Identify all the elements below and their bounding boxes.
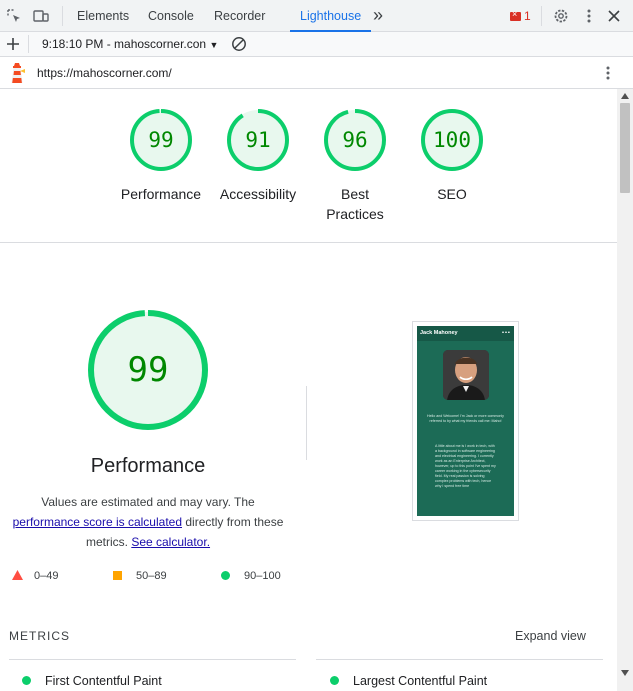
- metric-label: Largest Contentful Paint: [353, 674, 488, 688]
- legend-pass: 90–100: [221, 569, 281, 583]
- tab-lighthouse[interactable]: Lighthouse: [290, 0, 372, 32]
- score-calculated-link[interactable]: performance score is calculated: [13, 515, 182, 529]
- metric-divider: [316, 659, 603, 660]
- tab-elements[interactable]: Elements: [77, 0, 129, 32]
- scroll-down-arrow-icon[interactable]: [621, 670, 629, 676]
- screenshot-page: Jack Mahoney ▪▪▪ Hello and Welcome! I'm …: [417, 326, 514, 516]
- settings-gear-icon[interactable]: [553, 8, 569, 24]
- more-options-icon[interactable]: [581, 8, 597, 24]
- score-gauge-seo[interactable]: 100: [420, 108, 484, 172]
- metric-divider: [9, 659, 296, 660]
- final-screenshot[interactable]: Jack Mahoney ▪▪▪ Hello and Welcome! I'm …: [412, 321, 519, 521]
- scroll-up-arrow-icon[interactable]: [621, 93, 629, 99]
- screenshot-site-name: Jack Mahoney: [420, 330, 458, 336]
- green-circle-icon: [221, 571, 230, 580]
- red-triangle-icon: [12, 570, 23, 580]
- score-value: 99: [148, 128, 174, 152]
- error-icon: [510, 9, 521, 21]
- more-tabs-icon[interactable]: »: [373, 0, 383, 32]
- lighthouse-report: 99 Performance 91 Accessibility 96 Best …: [0, 89, 617, 691]
- error-count-badge[interactable]: 1: [510, 9, 531, 23]
- score-value: 91: [245, 128, 271, 152]
- score-gauge-best-practices[interactable]: 96: [323, 108, 387, 172]
- report-url-bar: https://mahoscorner.com/: [0, 57, 633, 89]
- legend-label: 0–49: [34, 570, 59, 582]
- report-select[interactable]: 9:18:10 PM - mahoscorner.con ▼: [42, 37, 218, 51]
- score-gauge-accessibility[interactable]: 91: [226, 108, 290, 172]
- screenshot-bio: A little about me is I work in tech, wit…: [435, 444, 496, 488]
- legend-average: 50–89: [113, 569, 167, 583]
- score-gauge-performance[interactable]: 99: [129, 108, 193, 172]
- screenshot-header: Jack Mahoney ▪▪▪: [417, 326, 514, 341]
- see-calculator-link[interactable]: See calculator.: [131, 535, 210, 549]
- new-report-plus-icon[interactable]: [6, 37, 20, 51]
- report-scrollbar[interactable]: [617, 89, 633, 691]
- report-timestamp: 9:18:10 PM - mahoscorner.con: [42, 37, 207, 51]
- devtools-toolbar: Elements Console Recorder Lighthouse » 1: [0, 0, 633, 32]
- performance-description: Values are estimated and may vary. The p…: [8, 492, 288, 552]
- pass-dot-icon: [22, 676, 31, 685]
- inspect-element-icon[interactable]: [6, 8, 22, 24]
- metric-largest-contentful-paint: Largest Contentful Paint: [330, 674, 487, 688]
- clear-all-icon[interactable]: [231, 36, 247, 52]
- performance-title: Performance: [90, 455, 206, 477]
- metric-label: First Contentful Paint: [45, 674, 162, 688]
- expand-view-button[interactable]: Expand view: [515, 629, 586, 643]
- score-value: 100: [433, 128, 471, 152]
- column-divider: [306, 386, 307, 460]
- toolbar-divider: [62, 6, 63, 26]
- performance-score-value: 99: [127, 350, 169, 390]
- screenshot-intro: Hello and Welcome! I'm Jack or more comm…: [427, 414, 504, 423]
- score-value: 96: [342, 128, 368, 152]
- pass-dot-icon: [330, 676, 339, 685]
- lighthouse-logo-icon: [11, 63, 25, 83]
- profile-photo: [443, 350, 489, 400]
- toolbar-divider: [28, 35, 29, 53]
- tab-recorder[interactable]: Recorder: [214, 0, 265, 32]
- metric-first-contentful-paint: First Contentful Paint: [22, 674, 162, 688]
- legend-label: 50–89: [136, 570, 167, 582]
- legend-fail: 0–49: [12, 569, 58, 583]
- orange-square-icon: [113, 571, 122, 580]
- report-menu-icon[interactable]: [600, 65, 616, 81]
- error-count: 1: [524, 9, 531, 23]
- score-label-seo: SEO: [437, 186, 467, 202]
- close-icon[interactable]: [606, 8, 622, 24]
- metrics-heading: METRICS: [9, 629, 70, 643]
- desc-text: Values are estimated and may vary. The: [41, 495, 255, 509]
- dropdown-caret-icon: ▼: [209, 40, 219, 50]
- tab-console[interactable]: Console: [148, 0, 194, 32]
- section-divider: [0, 242, 617, 243]
- legend-label: 90–100: [244, 570, 281, 582]
- report-toolbar: 9:18:10 PM - mahoscorner.con ▼: [0, 32, 633, 57]
- device-toolbar-icon[interactable]: [33, 8, 49, 24]
- profile-photo-image: [443, 350, 489, 400]
- report-url[interactable]: https://mahoscorner.com/: [37, 66, 172, 80]
- performance-big-gauge: 99: [87, 309, 209, 431]
- social-icons: ▪▪▪: [502, 330, 511, 336]
- toolbar-divider: [541, 6, 542, 26]
- scrollbar-thumb[interactable]: [620, 103, 630, 193]
